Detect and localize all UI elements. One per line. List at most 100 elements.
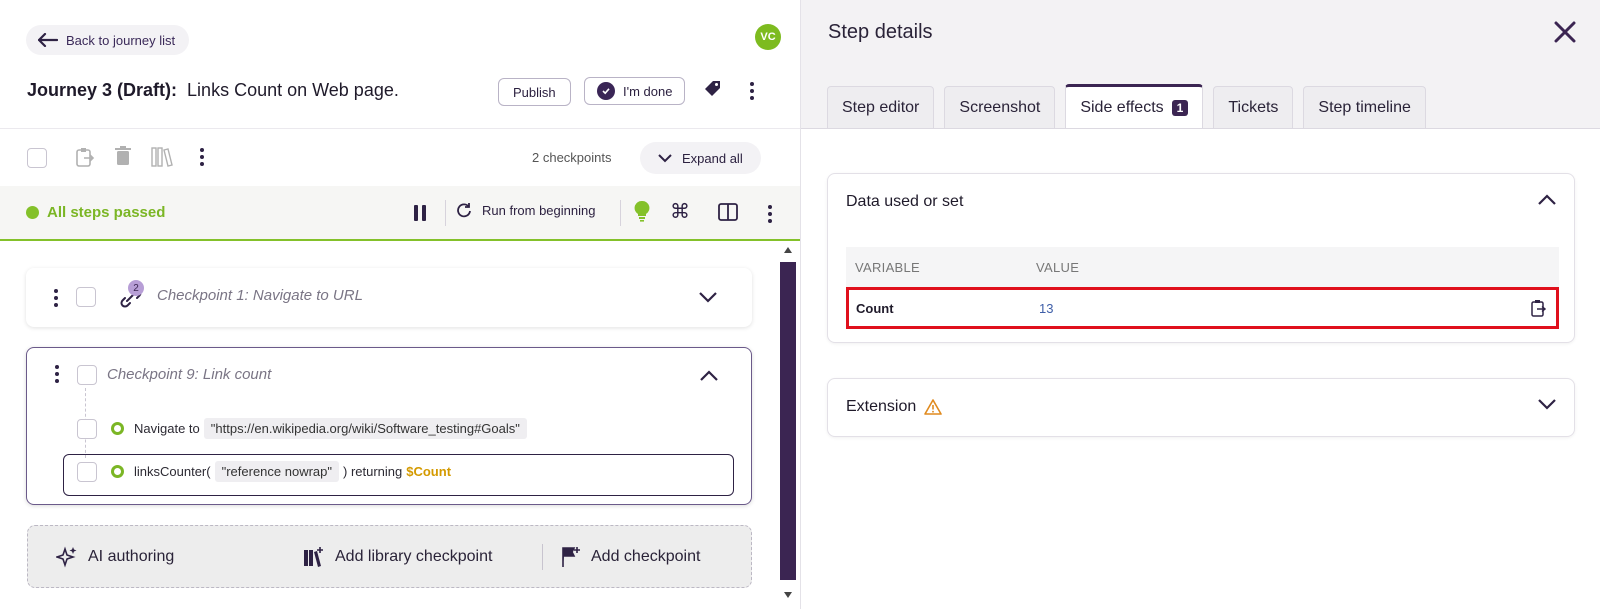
expand-label: Expand all	[682, 150, 743, 166]
run-label: Run from beginning	[482, 202, 596, 218]
arrow-left-icon	[38, 33, 58, 47]
im-done-button[interactable]: I'm done	[584, 77, 686, 105]
scroll-up-arrow-icon[interactable]	[784, 247, 792, 253]
add-library-label: Add library checkpoint	[335, 548, 493, 565]
select-all-checkbox[interactable]	[27, 148, 47, 168]
step-passed-icon	[111, 465, 124, 478]
check-circle-icon	[597, 82, 615, 100]
step-row[interactable]: linksCounter( "reference nowrap" ) retur…	[77, 461, 451, 482]
chevron-up-icon[interactable]	[1538, 194, 1556, 205]
step-checkbox[interactable]	[77, 418, 97, 439]
run-more-menu-icon[interactable]	[768, 205, 772, 223]
checkpoint-more-menu-icon[interactable]	[55, 365, 59, 383]
step-details-panel: Step details Step editor Screenshot Side…	[800, 0, 1600, 609]
run-status: All steps passed	[26, 204, 165, 221]
step-checkbox[interactable]	[77, 461, 97, 482]
add-checkpoint-label: Add checkpoint	[591, 548, 701, 565]
checkpoint-card[interactable]: 2 Checkpoint 1: Navigate to URL	[26, 268, 752, 327]
chevron-up-icon[interactable]	[700, 370, 718, 381]
journey-name[interactable]: Links Count on Web page.	[187, 80, 399, 100]
separator	[542, 544, 543, 570]
checkpoints-count: 2 checkpoints	[532, 150, 612, 165]
scrollbar-thumb[interactable]	[780, 262, 796, 580]
checkpoint-title[interactable]: Checkpoint 9: Link count	[107, 366, 271, 383]
scroll-down-arrow-icon[interactable]	[784, 592, 792, 598]
pause-button[interactable]	[414, 205, 426, 221]
tab-step-timeline[interactable]: Step timeline	[1303, 86, 1426, 128]
checkpoint-title[interactable]: Checkpoint 1: Navigate to URL	[157, 287, 363, 304]
tag-icon[interactable]	[704, 80, 722, 98]
extension-section[interactable]: Extension	[827, 378, 1575, 437]
table-header: VARIABLE VALUE	[846, 247, 1559, 287]
chevron-down-icon	[658, 153, 672, 162]
tab-tickets[interactable]: Tickets	[1213, 86, 1294, 128]
step-argument: "reference nowrap"	[214, 461, 339, 482]
add-library-checkpoint-button[interactable]: Add library checkpoint	[303, 546, 492, 568]
checkpoint-more-menu-icon[interactable]	[54, 289, 58, 307]
avatar[interactable]: VC	[755, 24, 781, 50]
separator	[620, 200, 621, 226]
link-count-badge: 2	[128, 280, 144, 296]
run-from-beginning-button[interactable]: Run from beginning	[456, 202, 595, 218]
status-dot-icon	[26, 206, 39, 219]
tab-step-editor[interactable]: Step editor	[827, 86, 935, 128]
checkpoint-card[interactable]: Checkpoint 9: Link count Navigate to "ht…	[26, 347, 752, 505]
add-checkpoint-button[interactable]: Add checkpoint	[561, 546, 700, 568]
checkpoint-checkbox[interactable]	[76, 287, 96, 307]
chevron-down-icon[interactable]	[1538, 399, 1556, 410]
journey-more-menu-icon[interactable]	[750, 82, 754, 100]
back-to-journey-list-button[interactable]: Back to journey list	[26, 25, 190, 55]
step-action: Navigate to	[134, 421, 200, 436]
column-header-variable: VARIABLE	[855, 259, 921, 275]
panel-title: Step details	[828, 21, 933, 43]
column-header-value: VALUE	[1036, 259, 1080, 275]
chevron-down-icon[interactable]	[699, 292, 717, 303]
status-text: All steps passed	[47, 204, 166, 221]
refresh-icon	[457, 203, 471, 218]
tab-screenshot[interactable]: Screenshot	[944, 86, 1056, 128]
sparkle-icon	[56, 546, 77, 568]
step-function: linksCounter(	[134, 464, 211, 479]
section-title[interactable]: Data used or set	[846, 193, 963, 211]
separator	[445, 200, 446, 226]
library-icon[interactable]	[151, 146, 175, 168]
split-view-icon[interactable]	[718, 203, 738, 221]
step-row[interactable]: Navigate to "https://en.wikipedia.org/wi…	[77, 418, 531, 439]
section-title: Extension	[846, 398, 943, 416]
clipboard-copy-icon[interactable]	[1530, 299, 1546, 317]
count-badge: 1	[1171, 99, 1189, 116]
checkpoint-checkbox[interactable]	[77, 365, 97, 385]
toolbar-more-menu-icon[interactable]	[200, 148, 204, 166]
publish-button[interactable]: Publish	[498, 78, 571, 106]
lightbulb-icon[interactable]	[634, 200, 650, 222]
step-passed-icon	[111, 422, 124, 435]
header-divider	[0, 128, 800, 129]
back-label: Back to journey list	[66, 32, 176, 48]
run-status-bar: All steps passed Run from beginning ⌘	[0, 186, 800, 241]
side-effects-content: Data used or set VARIABLE VALUE Count 13…	[801, 128, 1600, 609]
flag-add-icon	[562, 547, 580, 567]
tab-side-effects[interactable]: Side effects 1	[1065, 84, 1204, 128]
extension-title: Extension	[846, 398, 917, 415]
command-icon[interactable]: ⌘	[670, 199, 690, 224]
variable-value: 13	[1039, 300, 1054, 316]
journey-editor-pane: Back to journey list VC Journey 3 (Draft…	[0, 0, 800, 609]
warning-icon	[924, 399, 943, 415]
ai-authoring-button[interactable]: AI authoring	[56, 546, 174, 568]
close-icon[interactable]	[1554, 21, 1576, 43]
table-row[interactable]: Count 13	[846, 287, 1559, 329]
trash-icon[interactable]	[114, 146, 132, 166]
ai-authoring-label: AI authoring	[88, 548, 175, 565]
add-checkpoint-bar: AI authoring Add library checkpoint Add …	[27, 525, 752, 588]
step-argument: "https://en.wikipedia.org/wiki/Software_…	[203, 418, 527, 439]
variables-table: VARIABLE VALUE Count 13	[846, 247, 1559, 329]
expand-all-button[interactable]: Expand all	[640, 142, 761, 174]
data-used-section: Data used or set VARIABLE VALUE Count 13	[827, 173, 1575, 343]
step-suffix: ) returning	[343, 464, 403, 479]
step-variable: $Count	[406, 464, 452, 479]
done-label: I'm done	[623, 83, 673, 99]
copy-to-icon[interactable]	[75, 146, 95, 168]
tab-label: Side effects	[1080, 98, 1164, 116]
variable-name: Count	[856, 300, 894, 316]
journey-prefix: Journey 3 (Draft):	[27, 80, 178, 100]
